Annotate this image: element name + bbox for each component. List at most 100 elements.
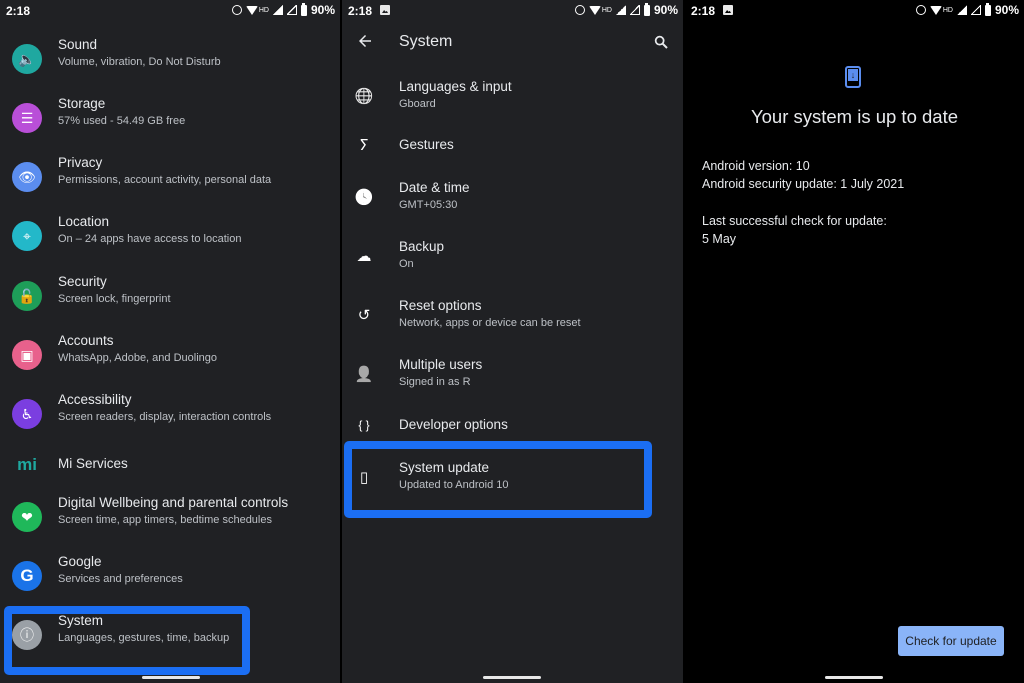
battery-icon [300,2,307,16]
google-icon: G [12,561,42,591]
item-title: Developer options [399,417,508,432]
status-time: 2:18 [348,4,373,18]
wellbeing-icon: ❤ [12,502,42,532]
status-time: 2:18 [691,4,716,18]
settings-screen: 2:18 HD 90% 🔈 Sound Volume, vibration, Do … [0,0,340,683]
item-title: Date & time [399,180,470,195]
accessibility-icon: ♿ [12,399,42,429]
item-title: Location [58,214,110,229]
settings-item-text: Privacy Permissions, account activity, pe… [58,154,271,188]
settings-item-location[interactable]: ⌖ Location On – 24 apps have access to loc… [0,213,340,259]
settings-item-digital-wellbeing-and-parental-controls[interactable]: ❤ Digital Wellbeing and parental controls… [0,494,340,540]
settings-item-text: Accounts WhatsApp, Adobe, and Duolingo [58,332,217,366]
item-title: Multiple users [399,357,483,372]
page-title: System [399,33,453,50]
battery-percent: 90% [310,3,335,17]
settings-item-storage[interactable]: ☰ Storage 57% used - 54.49 GB free [0,95,340,141]
settings-item-accessibility[interactable]: ♿ Accessibility Screen readers, display, i… [0,391,340,437]
highlight-box-system [4,606,250,675]
highlight-box-system-update [344,441,652,518]
signal-icon [272,5,283,15]
storage-icon: ☰ [12,103,42,133]
braces-icon: { } [358,418,370,432]
system-item-gestures[interactable]: ⵢ Gestures [342,136,683,154]
item-title: Digital Wellbeing and parental controls [58,495,289,510]
item-title: Backup [399,239,445,254]
status-time: 2:18 [6,4,31,18]
last-check-value: 5 May [702,232,737,246]
item-title: Mi Services [58,456,128,471]
system-item-backup[interactable]: ☁ Backup On [342,238,683,274]
system-item-date-time[interactable]: 🕓 Date & time GMT+05:30 [342,179,683,215]
status-bar: 2:18 HD 90% [685,0,1024,22]
item-subtitle: Permissions, account activity, personal … [58,174,272,186]
signal-2-icon [629,5,640,15]
wifi-icon [245,5,258,15]
item-title: Accounts [58,333,114,348]
system-item-text: Multiple users Signed in as R [399,356,482,390]
item-subtitle: Screen readers, display, interaction con… [58,411,272,423]
home-indicator[interactable] [825,676,883,679]
hd-label: HD [258,6,269,14]
accounts-icon: ▣ [12,340,42,370]
settings-item-privacy[interactable]: 👁 Privacy Permissions, account activity, p… [0,154,340,200]
back-arrow-icon[interactable] [356,32,376,52]
mi-logo-icon: mi [17,455,37,474]
signal-icon [615,5,626,15]
item-title: Languages & input [399,79,512,94]
settings-item-google[interactable]: G Google Services and preferences [0,553,340,599]
system-update-icon [845,66,861,88]
system-item-languages-input[interactable]: 🌐 Languages & input Gboard [342,78,683,114]
hd-label: HD [601,6,612,14]
history-icon: ↺ [357,307,371,324]
hd-label: HD [942,6,953,14]
item-title: Storage [58,96,106,111]
image-notification-icon [380,5,390,15]
item-title: Sound [58,37,98,52]
item-subtitle: Volume, vibration, Do Not Disturb [58,56,221,68]
item-subtitle: WhatsApp, Adobe, and Duolingo [58,352,218,364]
item-subtitle: Services and preferences [58,573,183,585]
battery-icon [984,2,991,16]
alarm-icon [915,5,926,15]
system-update-screen: 2:18 HD 90% Your system is up to date An… [685,0,1024,683]
android-version: Android version: 10 [702,159,810,173]
volume-icon: 🔈 [12,44,42,74]
image-notification-icon [723,5,733,15]
alarm-icon [231,5,242,15]
system-item-text: Gestures [399,136,454,154]
settings-item-mi-services[interactable]: mi Mi Services [0,450,340,476]
system-item-multiple-users[interactable]: 👤 Multiple users Signed in as R [342,356,683,392]
wifi-icon [588,5,601,15]
item-subtitle: On [399,258,414,270]
item-title: Reset options [399,298,482,313]
system-item-text: Date & time GMT+05:30 [399,179,470,213]
item-subtitle: GMT+05:30 [399,199,458,211]
check-for-update-button[interactable]: Check for update [898,626,1004,656]
search-icon[interactable] [653,34,669,50]
item-subtitle: On – 24 apps have access to location [58,233,242,245]
settings-item-text: Accessibility Screen readers, display, in… [58,391,271,425]
unlock-icon: 🔓 [12,281,42,311]
home-indicator[interactable] [142,676,200,679]
item-subtitle: Screen lock, fingerprint [58,293,171,305]
item-subtitle: Network, apps or device can be reset [399,317,581,329]
settings-item-security[interactable]: 🔓 Security Screen lock, fingerprint [0,273,340,319]
signal-icon [956,5,967,15]
update-status-title: Your system is up to date [750,106,959,127]
settings-item-text: Mi Services [58,455,128,473]
system-item-reset-options[interactable]: ↺ Reset options Network, apps or device ca… [342,297,683,333]
item-subtitle: Gboard [399,98,436,110]
battery-percent: 90% [994,3,1019,17]
home-indicator[interactable] [483,676,541,679]
system-screen: 2:18 HD 90% System 🌐 Languages & input Gbo… [342,0,683,683]
battery-icon [643,2,650,16]
settings-item-text: Sound Volume, vibration, Do Not Disturb [58,36,221,70]
signal-2-icon [970,5,981,15]
item-subtitle: 57% used - 54.49 GB free [58,115,186,127]
settings-item-text: Location On – 24 apps have access to loca… [58,213,241,247]
system-item-developer-options[interactable]: { } Developer options [342,416,683,434]
clock-icon: 🕓 [354,189,374,206]
settings-item-sound[interactable]: 🔈 Sound Volume, vibration, Do Not Disturb [0,36,340,82]
settings-item-accounts[interactable]: ▣ Accounts WhatsApp, Adobe, and Duolingo [0,332,340,378]
